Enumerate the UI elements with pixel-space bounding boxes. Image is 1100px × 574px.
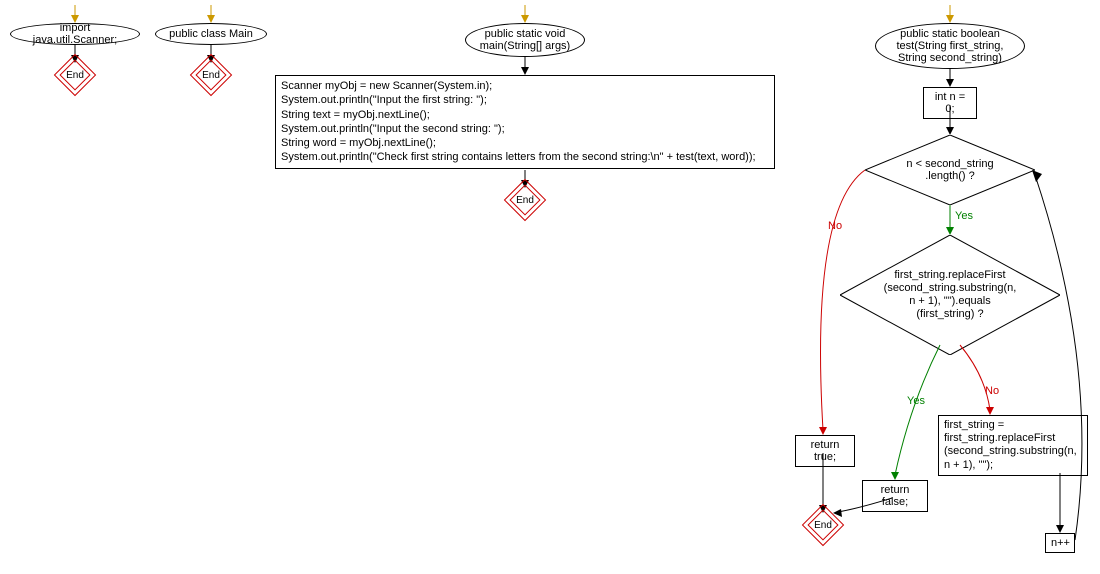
text-public-class-main: public class Main	[169, 28, 253, 40]
node-test-method: public static boolean test(String first_…	[875, 23, 1025, 69]
arrow-loop-yes	[945, 205, 955, 235]
label-yes-2: Yes	[907, 395, 925, 407]
text-test-method: public static boolean test(String first_…	[897, 28, 1004, 64]
text-if-cond: first_string.replaceFirst (second_string…	[872, 269, 1029, 322]
node-loop-cond: n < second_string .length() ?	[865, 135, 1035, 205]
end-label-1: End	[60, 60, 90, 90]
arrow-inc-to-loop	[1030, 170, 1100, 545]
entry-arrow-4	[945, 5, 955, 23]
arrow-main-to-body	[520, 57, 530, 75]
arrow-int-to-loop	[945, 105, 955, 135]
text-main-body: Scanner myObj = new Scanner(System.in); …	[281, 80, 756, 163]
node-public-class-main: public class Main	[155, 23, 267, 45]
arrow-test-to-int	[945, 69, 955, 87]
arrow-false-to-end	[830, 498, 900, 518]
node-main-method: public static void main(String[] args)	[465, 23, 585, 57]
entry-arrow-1	[70, 5, 80, 23]
label-yes-1: Yes	[955, 210, 973, 222]
end-node-2: End	[196, 60, 226, 90]
text-loop-cond: n < second_string .length() ?	[894, 158, 1005, 182]
label-no-1: No	[828, 220, 842, 232]
arrow-if-no	[960, 345, 1000, 415]
text-import-scanner: import java.util.Scanner;	[19, 22, 131, 46]
end-label-2: End	[196, 60, 226, 90]
end-node-1: End	[60, 60, 90, 90]
node-main-body: Scanner myObj = new Scanner(System.in); …	[275, 75, 775, 169]
end-label-3: End	[510, 185, 540, 215]
text-main-method: public static void main(String[] args)	[480, 28, 570, 52]
end-node-3: End	[510, 185, 540, 215]
entry-arrow-2	[206, 5, 216, 23]
end-label-4: End	[808, 510, 838, 540]
end-node-4: End	[808, 510, 838, 540]
entry-arrow-3	[520, 5, 530, 23]
node-if-cond: first_string.replaceFirst (second_string…	[840, 235, 1060, 355]
node-import-scanner: import java.util.Scanner;	[10, 23, 140, 45]
label-no-2: No	[985, 385, 999, 397]
